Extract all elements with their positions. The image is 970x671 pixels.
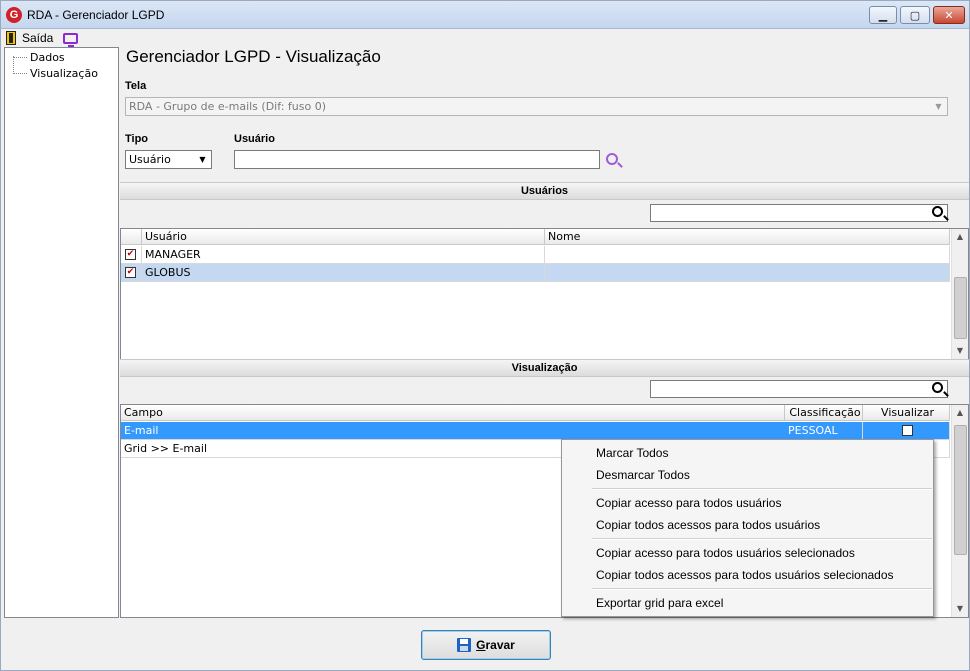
view-section-header: Visualização (120, 359, 969, 377)
search-icon[interactable] (606, 153, 618, 165)
usuario-cell: MANAGER (142, 246, 545, 264)
grid-header-usuario[interactable]: Usuário (142, 229, 545, 245)
menu-item-exportar-excel[interactable]: Exportar grid para excel (596, 596, 723, 610)
visualizar-cell (863, 422, 950, 440)
nome-cell (545, 264, 950, 282)
grid-header-nome[interactable]: Nome (545, 229, 950, 245)
tree-branch (13, 57, 27, 58)
floppy-disk-icon (457, 638, 472, 652)
window-title: RDA - Gerenciador LGPD (27, 8, 165, 22)
navigation-tree: Dados Visualização (4, 47, 119, 618)
search-icon[interactable] (932, 382, 943, 393)
scroll-down-icon[interactable]: ▼ (952, 601, 968, 617)
nome-cell (545, 246, 950, 264)
menu-item-copiar-acesso-todos[interactable]: Copiar acesso para todos usuários (596, 496, 781, 510)
exit-door-icon[interactable] (6, 31, 16, 45)
menu-bar: Saída (3, 29, 969, 47)
row-check-cell: ✔ (121, 246, 142, 264)
scroll-up-icon[interactable]: ▲ (952, 405, 968, 421)
view-search-input[interactable] (650, 380, 948, 398)
close-button[interactable]: ✕ (933, 6, 965, 24)
page-title: Gerenciador LGPD - Visualização (126, 47, 381, 66)
context-menu: Marcar Todos Desmarcar Todos Copiar aces… (561, 439, 934, 617)
usuario-input[interactable] (234, 150, 600, 169)
scroll-thumb[interactable] (954, 425, 967, 555)
scroll-down-icon[interactable]: ▼ (952, 343, 968, 359)
users-grid: Usuário Nome ✔ MANAGER ✔ GLOBUS ▲ ▼ (120, 228, 969, 360)
tipo-select[interactable]: Usuário ▼ (125, 150, 212, 169)
classificacao-cell: PESSOAL (785, 422, 863, 440)
exit-menu-item[interactable]: Saída (22, 31, 53, 45)
tipo-label: Tipo (125, 133, 149, 145)
tree-item-label: Dados (30, 51, 65, 64)
chevron-down-icon: ▼ (935, 102, 942, 111)
visualizar-checkbox[interactable] (902, 425, 913, 436)
view-grid-scrollbar[interactable]: ▲ ▼ (951, 405, 968, 617)
tela-select[interactable]: RDA - Grupo de e-mails (Dif: fuso 0) ▼ (125, 97, 948, 116)
chevron-down-icon: ▼ (199, 155, 206, 164)
tela-label: Tela (125, 80, 147, 92)
scroll-up-icon[interactable]: ▲ (952, 229, 968, 245)
save-button[interactable]: Gravar (421, 630, 551, 660)
grid-header-classificacao[interactable]: Classificação (785, 405, 863, 421)
campo-cell: E-mail (121, 422, 785, 440)
maximize-icon: ▢ (909, 8, 921, 22)
menu-separator (592, 588, 932, 590)
menu-item-marcar-todos[interactable]: Marcar Todos (596, 446, 668, 460)
menu-item-copiar-todos-acessos-todos[interactable]: Copiar todos acessos para todos usuários (596, 518, 820, 532)
grid-header-check (121, 229, 142, 245)
app-window: G RDA - Gerenciador LGPD ▁ ▢ ✕ Saída Dad… (0, 0, 970, 671)
row-check-cell: ✔ (121, 264, 142, 282)
minimize-button[interactable]: ▁ (869, 6, 897, 24)
tree-item-dados[interactable]: Dados (13, 51, 65, 64)
menu-separator (592, 538, 932, 540)
menu-item-copiar-acesso-selecionados[interactable]: Copiar acesso para todos usuários seleci… (596, 546, 855, 560)
tela-value: RDA - Grupo de e-mails (Dif: fuso 0) (129, 100, 327, 113)
monitor-icon[interactable] (63, 32, 79, 47)
tree-branch (13, 73, 27, 74)
row-checkbox[interactable]: ✔ (125, 249, 136, 260)
users-grid-scrollbar[interactable]: ▲ ▼ (951, 229, 968, 359)
tree-item-label: Visualização (30, 67, 98, 80)
tipo-value: Usuário (129, 153, 171, 166)
table-row[interactable]: E-mail PESSOAL (121, 422, 950, 440)
app-logo-icon: G (6, 7, 22, 23)
menu-separator (592, 488, 932, 490)
users-search-input[interactable] (650, 204, 948, 222)
minimize-icon: ▁ (878, 8, 888, 22)
table-row[interactable]: ✔ GLOBUS (121, 264, 950, 282)
scroll-thumb[interactable] (954, 277, 967, 339)
menu-item-desmarcar-todos[interactable]: Desmarcar Todos (596, 468, 690, 482)
grid-header-campo[interactable]: Campo (121, 405, 785, 421)
grid-header-visualizar[interactable]: Visualizar (863, 405, 950, 421)
tree-item-visualizacao[interactable]: Visualização (13, 67, 98, 80)
row-checkbox[interactable]: ✔ (125, 267, 136, 278)
search-icon[interactable] (932, 206, 943, 217)
title-bar[interactable]: G RDA - Gerenciador LGPD ▁ ▢ ✕ (1, 1, 969, 29)
close-icon: ✕ (944, 8, 954, 22)
usuario-label: Usuário (234, 133, 275, 145)
usuario-cell: GLOBUS (142, 264, 545, 282)
users-section-header: Usuários (120, 182, 969, 200)
menu-item-copiar-todos-acessos-selecionados[interactable]: Copiar todos acessos para todos usuários… (596, 568, 894, 582)
save-label: Gravar (476, 638, 515, 652)
table-row[interactable]: ✔ MANAGER (121, 246, 950, 264)
maximize-button[interactable]: ▢ (900, 6, 930, 24)
